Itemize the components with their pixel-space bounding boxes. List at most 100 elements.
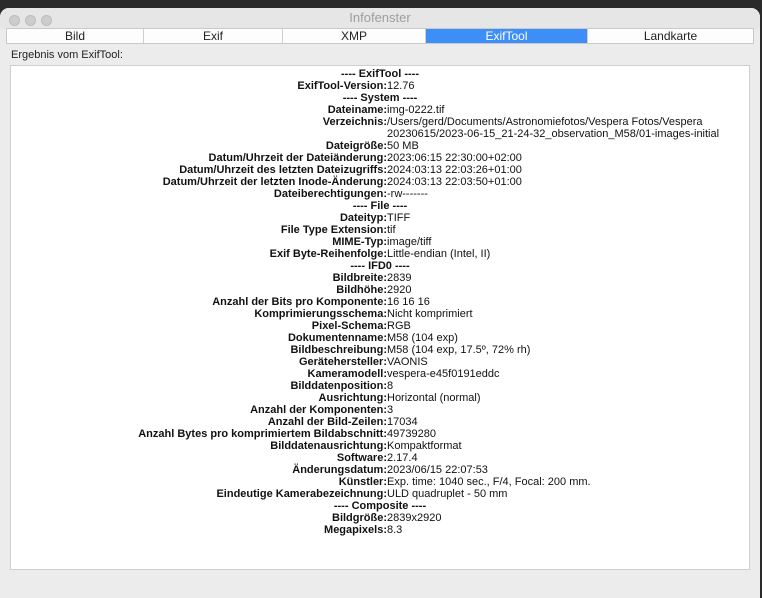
field-label: Anzahl der Bild-Zeilen: xyxy=(267,416,387,428)
metadata-row: Datum/Uhrzeit des letzten Dateizugriffs:… xyxy=(11,164,749,176)
metadata-row: Änderungsdatum: 2023/06/15 22:07:53 xyxy=(11,464,749,476)
tab-xmp[interactable]: XMP xyxy=(283,29,426,43)
field-value: /Users/gerd/Documents/Astronomiefotos/Ve… xyxy=(387,116,703,128)
value-continuation-row: 20230615/2023-06-15_21-24-32_observation… xyxy=(11,128,749,140)
section-header: ---- ExifTool ---- xyxy=(341,68,419,80)
section-header: ---- System ---- xyxy=(342,92,418,104)
field-label: Dokumentenname: xyxy=(287,332,387,344)
field-value: tif xyxy=(387,224,396,236)
field-value: 2023:06:15 22:30:00+02:00 xyxy=(387,152,522,164)
tab-bild[interactable]: Bild xyxy=(7,29,144,43)
field-value: 8.3 xyxy=(387,524,403,536)
field-label: Gerätehersteller: xyxy=(298,356,387,368)
metadata-row: Kameramodell: vespera-e45f0191eddc xyxy=(11,368,749,380)
close-window-button[interactable] xyxy=(9,15,20,26)
field-value: 20230615/2023-06-15_21-24-32_observation… xyxy=(387,128,720,140)
field-value: RGB xyxy=(387,320,411,332)
section-header: ---- IFD0 ---- xyxy=(350,260,410,272)
metadata-row: MIME-Typ: image/tiff xyxy=(11,236,749,248)
field-label: Ausrichtung: xyxy=(318,392,387,404)
result-label: Ergebnis vom ExifTool: xyxy=(11,49,123,61)
exiftool-result-panel[interactable]: ---- ExifTool ---- ExifTool-Version: 12.76… xyxy=(10,65,750,570)
field-value: image/tiff xyxy=(387,236,432,248)
field-label: Software: xyxy=(336,452,387,464)
field-value: 2023/06/15 22:07:53 xyxy=(387,464,488,476)
field-label: MIME-Typ: xyxy=(332,236,387,248)
tab-exif[interactable]: Exif xyxy=(144,29,283,43)
field-label: Datum/Uhrzeit der letzten Inode-Änderung… xyxy=(162,176,387,188)
field-value: 2920 xyxy=(387,284,412,296)
metadata-row: Verzeichnis:/Users/gerd/Documents/Astron… xyxy=(11,116,749,128)
metadata-row: Gerätehersteller: VAONIS xyxy=(11,356,749,368)
window-title: Infofenster xyxy=(349,10,411,25)
metadata-row: Bilddatenposition: 8 xyxy=(11,380,749,392)
zoom-window-button[interactable] xyxy=(41,15,52,26)
field-label: Eindeutige Kamerabezeichnung: xyxy=(216,488,387,500)
field-label: Dateityp: xyxy=(339,212,387,224)
field-value: 49739280 xyxy=(387,428,436,440)
metadata-row: Bildbeschreibung: M58 (104 exp, 17.5º, 72… xyxy=(11,344,749,356)
field-label: Bildbeschreibung: xyxy=(290,344,387,356)
field-value: 2024:03:13 22:03:50+01:00 xyxy=(387,176,522,188)
field-label: Komprimierungsschema: xyxy=(254,308,387,320)
metadata-row: Anzahl der Bild-Zeilen: 17034 xyxy=(11,416,749,428)
field-label: Dateiname: xyxy=(327,104,387,116)
field-value: ULD quadruplet - 50 mm xyxy=(387,488,508,500)
metadata-row: Komprimierungsschema: Nicht komprimiert xyxy=(11,308,749,320)
field-value: 2839x2920 xyxy=(387,512,442,524)
metadata-row: ExifTool-Version: 12.76 xyxy=(11,80,749,92)
field-label: Bilddatenausrichtung: xyxy=(270,440,387,452)
field-value: 50 MB xyxy=(387,140,419,152)
field-value: 2839 xyxy=(387,272,412,284)
minimize-window-button[interactable] xyxy=(25,15,36,26)
metadata-row: Dokumentenname: M58 (104 exp) xyxy=(11,332,749,344)
metadata-row: Bildgröße: 2839x2920 xyxy=(11,512,749,524)
field-label: Datum/Uhrzeit des letzten Dateizugriffs: xyxy=(179,164,387,176)
field-value: Exp. time: 1040 sec., F/4, Focal: 200 mm… xyxy=(387,476,591,488)
field-label: Änderungsdatum: xyxy=(292,464,387,476)
metadata-row: Bildhöhe: 2920 xyxy=(11,284,749,296)
field-value: 17034 xyxy=(387,416,418,428)
field-label: Pixel-Schema: xyxy=(311,320,387,332)
field-label: Künstler: xyxy=(338,476,387,488)
field-value: M58 (104 exp, 17.5º, 72% rh) xyxy=(387,344,531,356)
metadata-row: Anzahl Bytes pro komprimiertem Bildabsch… xyxy=(11,428,749,440)
metadata-row: Bilddatenausrichtung: Kompaktformat xyxy=(11,440,749,452)
metadata-row: Pixel-Schema: RGB xyxy=(11,320,749,332)
field-label: Anzahl Bytes pro komprimiertem Bildabsch… xyxy=(138,428,387,440)
tab-exiftool[interactable]: ExifTool xyxy=(426,29,588,43)
field-value: 8 xyxy=(387,380,394,392)
tab-bar: Bild Exif XMP ExifTool Landkarte xyxy=(6,28,754,44)
field-label: Bilddatenposition: xyxy=(290,380,387,392)
field-label: Anzahl der Komponenten: xyxy=(250,404,387,416)
metadata-row: Software: 2.17.4 xyxy=(11,452,749,464)
field-value: img-0222.tif xyxy=(387,104,445,116)
field-value: Nicht komprimiert xyxy=(387,308,473,320)
section-header: ---- Composite ---- xyxy=(333,500,427,512)
section-header: ---- File ---- xyxy=(352,200,408,212)
info-window: Infofenster Bild Exif XMP ExifTool Landk… xyxy=(0,8,760,598)
metadata-row: Dateiberechtigungen: -rw------- xyxy=(11,188,749,200)
metadata-row: Dateityp: TIFF xyxy=(11,212,749,224)
field-label: Bildgröße: xyxy=(332,512,387,524)
metadata-row: Datum/Uhrzeit der letzten Inode-Änderung… xyxy=(11,176,749,188)
metadata-row: Eindeutige Kamerabezeichnung: ULD quadrup… xyxy=(11,488,749,500)
field-value: M58 (104 exp) xyxy=(387,332,458,344)
field-value: 16 16 16 xyxy=(387,296,430,308)
field-label: Dateigröße: xyxy=(325,140,387,152)
field-value: Kompaktformat xyxy=(387,440,462,452)
tab-landkarte[interactable]: Landkarte xyxy=(588,29,753,43)
field-value: VAONIS xyxy=(387,356,428,368)
title-bar: Infofenster xyxy=(0,8,760,29)
field-value: 3 xyxy=(387,404,394,416)
metadata-row: Megapixels: 8.3 xyxy=(11,524,749,536)
metadata-row: Dateigröße: 50 MB xyxy=(11,140,749,152)
field-label: Datum/Uhrzeit der Dateiänderung: xyxy=(208,152,387,164)
field-label: Kameramodell: xyxy=(307,368,387,380)
field-label: Exif Byte-Reihenfolge: xyxy=(269,248,387,260)
field-value: 2024:03:13 22:03:26+01:00 xyxy=(387,164,522,176)
metadata-row: Dateiname: img-0222.tif xyxy=(11,104,749,116)
field-label: Dateiberechtigungen: xyxy=(273,188,387,200)
field-value: vespera-e45f0191eddc xyxy=(387,368,500,380)
metadata-row: Anzahl der Bits pro Komponente: 16 16 16 xyxy=(11,296,749,308)
